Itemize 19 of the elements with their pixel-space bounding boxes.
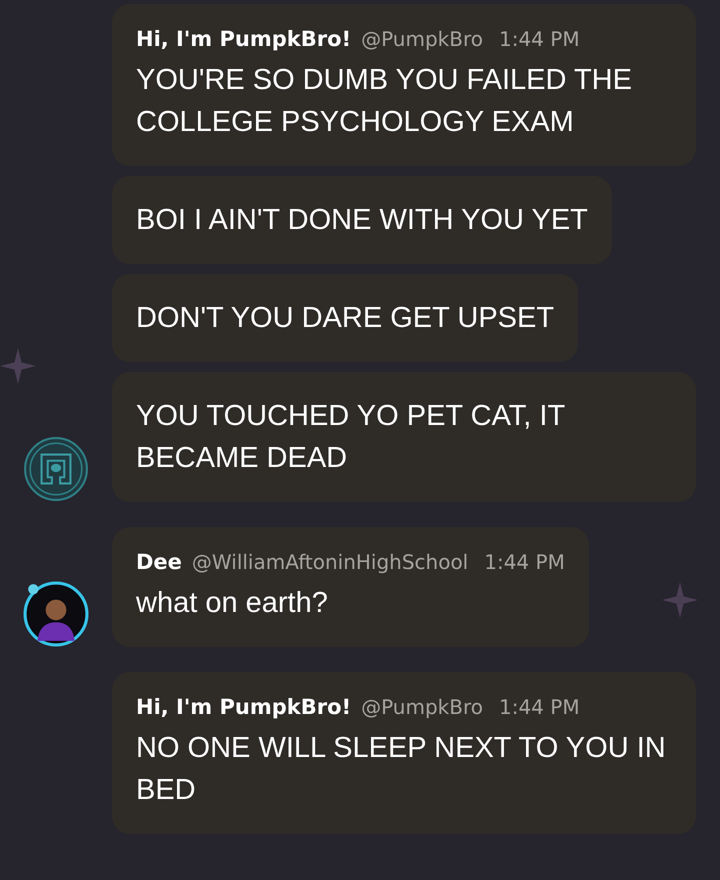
sparkle-icon xyxy=(0,348,36,384)
message-text: what on earth? xyxy=(136,586,329,621)
message-text: YOU'RE SO DUMB YOU FAILED THE COLLEGE PSYCHOLOGY EXAM xyxy=(136,63,633,140)
author-name[interactable]: Hi, I'm PumpkBro! xyxy=(136,695,352,719)
author-name[interactable]: Hi, I'm PumpkBro! xyxy=(136,27,352,51)
message-time: 1:44 PM xyxy=(498,695,580,719)
message-text: YOU TOUCHED YO PET CAT, IT BECAME DEAD xyxy=(136,399,566,476)
message-text: BOI I AIN'T DONE WITH YOU YET xyxy=(136,203,588,238)
message-text: NO ONE WILL SLEEP NEXT TO YOU IN BED xyxy=(136,731,667,808)
emblem-avatar-icon[interactable] xyxy=(23,436,89,502)
author-handle: @WilliamAftoninHighSchool xyxy=(192,550,468,574)
message-time: 1:44 PM xyxy=(484,550,565,574)
sparkle-icon xyxy=(662,582,698,618)
person-avatar-icon[interactable] xyxy=(23,581,89,647)
message-text: DON'T YOU DARE GET UPSET xyxy=(136,301,554,336)
author-handle: @PumpkBro xyxy=(361,695,483,719)
author-handle: @PumpkBro xyxy=(361,27,483,51)
author-name[interactable]: Dee xyxy=(136,550,182,574)
message-time: 1:44 PM xyxy=(498,27,580,51)
